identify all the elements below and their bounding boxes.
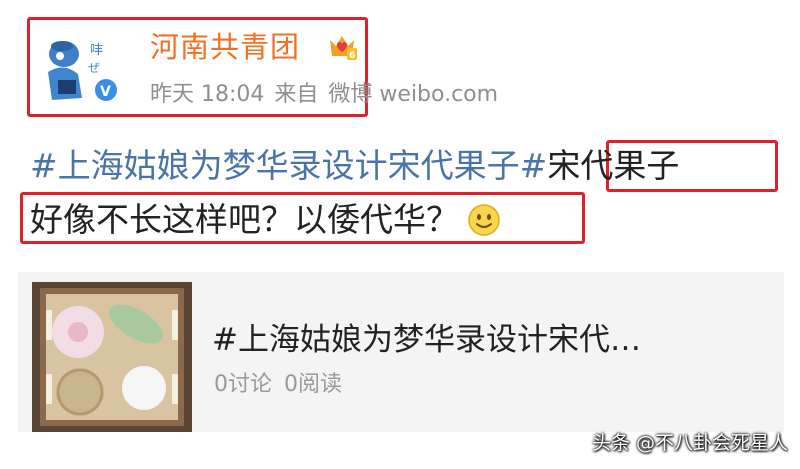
watermark: 头条 @不八卦会死星人 [591,432,788,454]
smiley-emoji-icon [467,203,501,237]
svg-text:㕩: 㕩 [90,43,103,58]
post-time: 昨天 18:04 [150,82,265,107]
source-prefix: 来自 [274,82,319,107]
read-count: 0阅读 [284,372,342,397]
svg-text:6: 6 [349,51,355,61]
sweets-thumbnail[interactable] [32,282,192,432]
card-stats: 0讨论 0阅读 [214,366,342,398]
post-text-question: 好像不长这样吧？以倭代华？ [30,200,459,239]
post-text-tail: 宋代果子 [547,146,680,185]
discussion-count: 0讨论 [214,372,272,397]
post-text-line1: #上海姑娘为梦华录设计宋代果子#宋代果子 [30,144,679,188]
member-crown-badge-icon: 6 [326,30,358,62]
hashtag-link[interactable]: #上海姑娘为梦华录设计宋代果子# [30,146,547,185]
verified-badge-icon: V [93,77,119,103]
post-text-line2: 好像不长这样吧？以倭代华？ [30,198,501,242]
svg-text:V: V [100,84,111,100]
avatar[interactable]: 㕩 ぜ V [38,32,126,108]
svg-text:ぜ: ぜ [88,61,100,75]
post-source[interactable]: 微博 weibo.com [328,82,498,107]
card-title[interactable]: #上海姑娘为梦华录设计宋代… [212,314,641,359]
post-meta: 昨天 18:04 来自 微博 weibo.com [150,76,498,108]
account-name[interactable]: 河南共青团 [150,24,300,66]
